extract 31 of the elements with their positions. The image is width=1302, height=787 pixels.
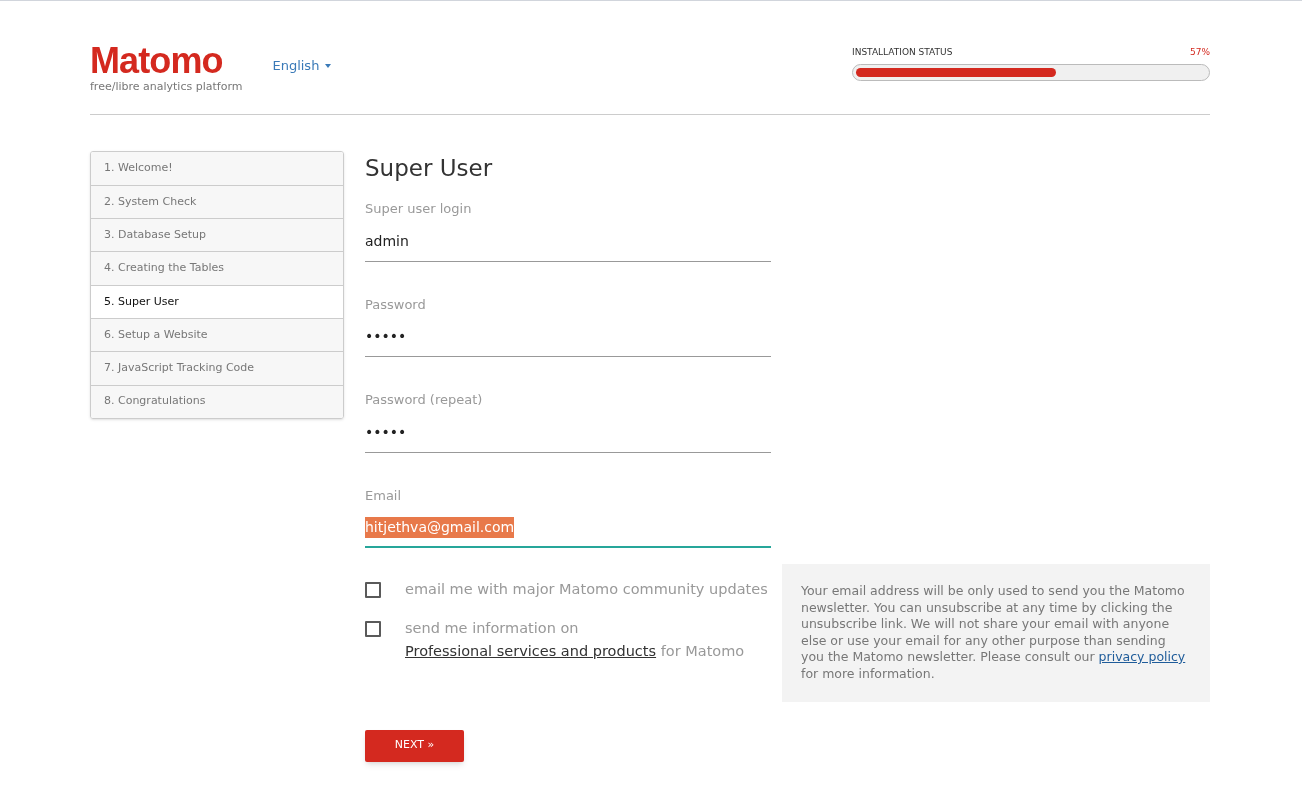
checkbox-label: email me with major Matomo community updates [405, 580, 768, 599]
input-field[interactable]: ••••• [365, 323, 771, 357]
step-item[interactable]: 7. JavaScript Tracking Code [91, 351, 343, 385]
logo: Matomo [90, 44, 224, 78]
privacy-note: Your email address will be only used to send you the Matomo newsletter. You can unsubscribe at any time by clicking the unsubscribe link. We will not share your email with anyone else or use your email for any other purpose than sending you the Matomo newsletter. Please consult our privacy policy for more information. [801, 583, 1187, 683]
language-dropdown[interactable]: English [272, 56, 332, 76]
step-item[interactable]: 4. Creating the Tables [91, 251, 343, 285]
caret-icon [325, 63, 332, 68]
step-item[interactable]: 8. Congratulations [91, 384, 343, 418]
tagline: free/libre analytics platform [90, 79, 243, 95]
step-item[interactable]: 5. Super User [91, 284, 343, 318]
input-field[interactable]: admin [365, 227, 771, 262]
form-title: Super User [365, 153, 494, 183]
step-item[interactable]: 6. Setup a Website [91, 318, 343, 352]
step-item[interactable]: 1. Welcome! [91, 151, 343, 185]
field-label: Email [365, 486, 403, 505]
input-field[interactable]: hitjethva@gmail.com [365, 514, 771, 548]
field-label: Password [365, 295, 427, 314]
installation-percent: 57% [1190, 46, 1210, 59]
step-item[interactable]: 3. Database Setup [91, 218, 343, 252]
next-button[interactable]: NEXT » [365, 729, 464, 762]
step-item[interactable]: 2. System Check [91, 184, 343, 219]
privacy-policy-link[interactable]: privacy policy [1098, 649, 1186, 665]
field-label: Super user login [365, 200, 473, 218]
checkbox-label: send me information on Professional services and products for Matomo [405, 619, 746, 661]
checkbox[interactable] [365, 621, 381, 637]
services-link[interactable]: Professional services and products [405, 643, 657, 659]
checkbox[interactable] [365, 582, 381, 598]
installation-status-label: INSTALLATION STATUS [852, 46, 953, 59]
input-field[interactable]: ••••• [365, 418, 771, 453]
field-label: Password (repeat) [365, 391, 484, 409]
